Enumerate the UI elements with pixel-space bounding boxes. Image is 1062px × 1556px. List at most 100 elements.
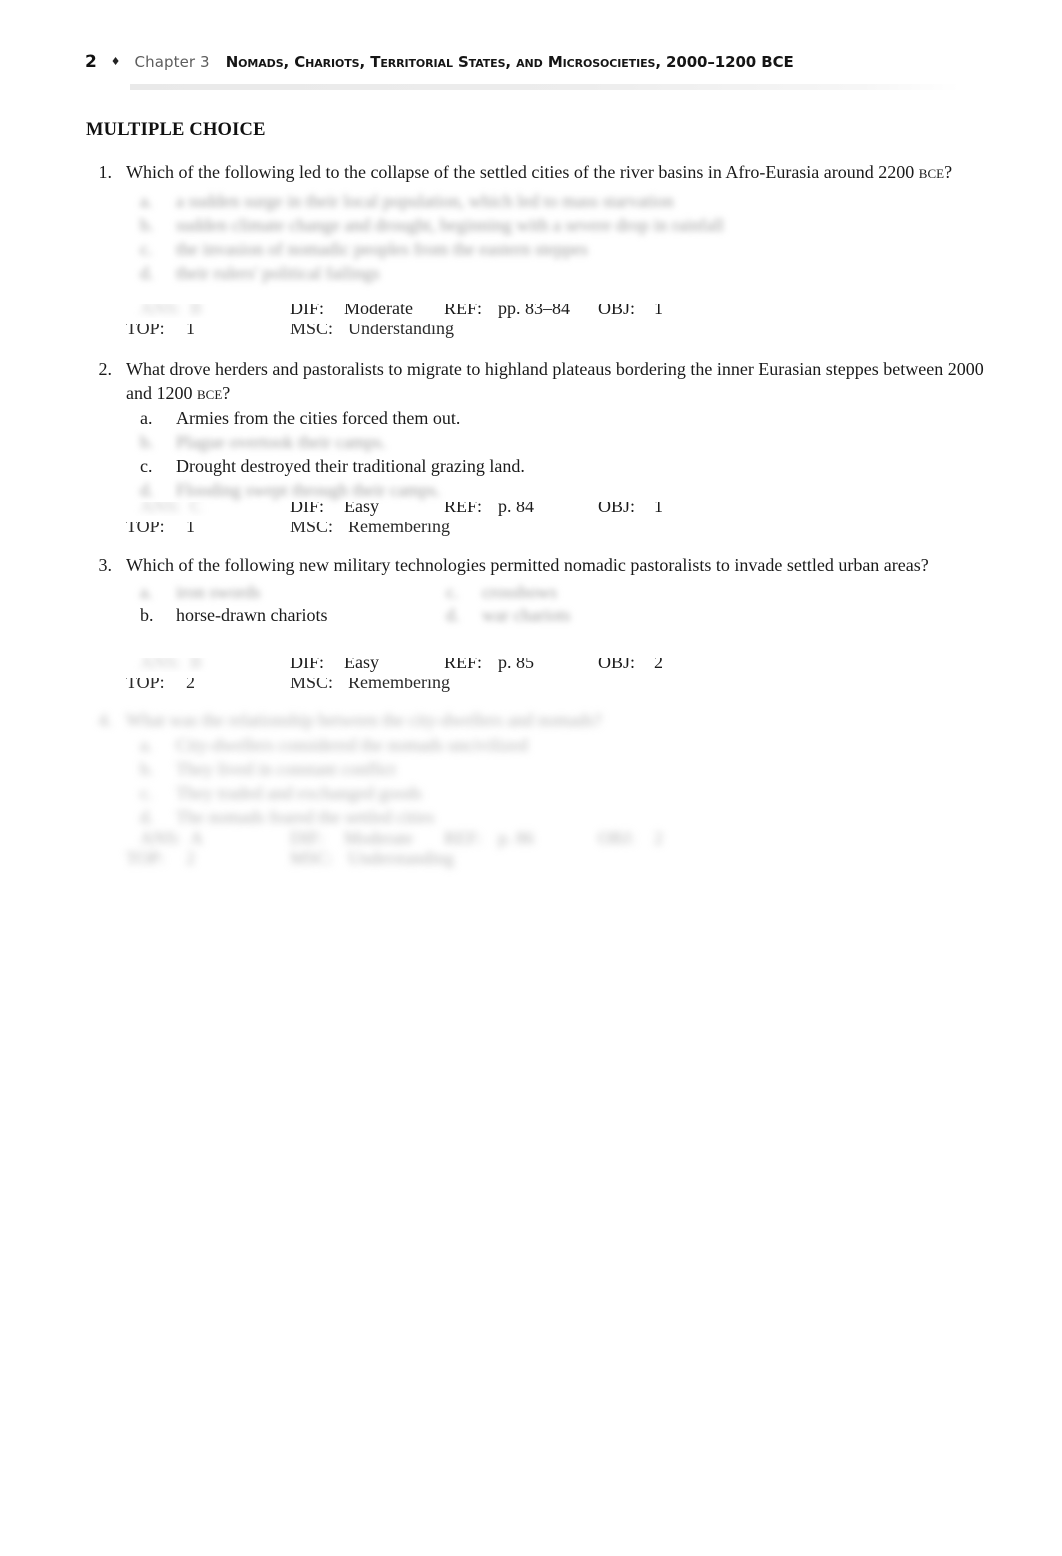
topic-value: 2 xyxy=(186,848,195,868)
reference-value: p. 85 xyxy=(498,652,534,672)
option-c: c. They traded and exchanged goods xyxy=(86,782,986,805)
question-3: 3. Which of the following new military t… xyxy=(86,554,986,627)
option-letter: a. xyxy=(140,408,153,428)
option-b: b. horse-drawn chariots xyxy=(86,604,446,627)
topic-label: TOP: xyxy=(126,848,165,868)
option-letter: c. xyxy=(140,238,153,259)
options-row-1: a. iron swords c. crossbows xyxy=(86,581,986,604)
difficulty-label: DIF: xyxy=(290,652,325,672)
msc-value: Remembering xyxy=(348,672,450,692)
option-text: They traded and exchanged goods xyxy=(176,782,422,803)
question-text: What drove herders and pastoralists to m… xyxy=(126,359,984,403)
reference-value: p. 84 xyxy=(498,496,534,516)
topic-label: TOP: xyxy=(126,318,165,338)
difficulty-value: Moderate xyxy=(344,298,413,318)
option-d: d. war chariots xyxy=(446,604,570,627)
option-letter: d. xyxy=(140,262,154,283)
option-c: c. Drought destroyed their traditional g… xyxy=(86,455,986,478)
option-text: City-dwellers considered the nomads unci… xyxy=(176,734,528,755)
question-text: Which of the following new military tech… xyxy=(126,555,929,575)
option-a: a. City-dwellers considered the nomads u… xyxy=(86,734,986,757)
option-c: c. the invasion of nomadic peoples from … xyxy=(86,238,986,261)
page-number: 2 xyxy=(85,52,97,72)
running-header: 2 ♦ Chapter 3 Nomads, Chariots, Territor… xyxy=(85,52,965,82)
difficulty-value: Moderate xyxy=(344,828,413,848)
question-4-metadata: ANS: A DIF: Moderate REF: p. 86 OBJ: 2 T… xyxy=(86,828,986,868)
question-stem-row: 1. Which of the following led to the col… xyxy=(86,161,986,185)
option-c: c. crossbows xyxy=(446,581,557,604)
option-letter: a. xyxy=(140,734,153,755)
question-text: What was the relationship between the ci… xyxy=(126,710,602,730)
option-a: a. Armies from the cities forced them ou… xyxy=(86,407,986,430)
msc-value: Understanding xyxy=(348,318,454,338)
difficulty-value: Easy xyxy=(344,652,379,672)
option-text: crossbows xyxy=(482,581,557,602)
question-stem-row: 2. What drove herders and pastoralists t… xyxy=(86,358,986,405)
diamond-separator-icon: ♦ xyxy=(110,55,121,68)
option-text: Armies from the cities forced them out. xyxy=(176,408,461,428)
objective-value: 2 xyxy=(654,652,663,672)
question-1: 1. Which of the following led to the col… xyxy=(86,161,986,285)
difficulty-label: DIF: xyxy=(290,298,325,318)
metadata-row-primary: ANS: C DIF: Easy REF: p. 84 OBJ: 1 xyxy=(86,496,986,516)
option-text: horse-drawn chariots xyxy=(176,604,328,625)
difficulty-label: DIF: xyxy=(290,496,325,516)
option-letter: b. xyxy=(140,604,154,625)
msc-label: MSC: xyxy=(290,318,334,338)
reference-label: REF: xyxy=(444,828,483,848)
section-heading: MULTIPLE CHOICE xyxy=(86,120,266,140)
metadata-row-primary: ANS: A DIF: Moderate REF: p. 86 OBJ: 2 xyxy=(86,828,986,848)
question-2-metadata: ANS: C DIF: Easy REF: p. 84 OBJ: 1 TOP: … xyxy=(86,496,986,536)
option-letter: a. xyxy=(140,581,153,602)
option-letter: d. xyxy=(446,604,460,625)
answer-label: ANS: C xyxy=(140,496,203,516)
question-number: 4. xyxy=(98,710,113,730)
metadata-row-secondary: TOP: 1 MSC: Remembering xyxy=(86,516,986,536)
option-text: their rulers' political failings xyxy=(176,262,380,283)
objective-label: OBJ: xyxy=(598,652,636,672)
option-text: iron swords xyxy=(176,581,261,602)
option-a: a. a sudden surge in their local populat… xyxy=(86,190,986,213)
objective-label: OBJ: xyxy=(598,298,636,318)
difficulty-label: DIF: xyxy=(290,828,325,848)
option-d: d. The nomads feared the settled cities xyxy=(86,806,986,829)
metadata-row-secondary: TOP: 1 MSC: Understanding xyxy=(86,318,986,338)
answer-label: ANS: A xyxy=(140,828,204,848)
option-letter: d. xyxy=(140,806,154,827)
question-4: 4. What was the relationship between the… xyxy=(86,709,986,829)
option-b: b. sudden climate change and drought, be… xyxy=(86,214,986,237)
msc-value: Remembering xyxy=(348,516,450,536)
topic-value: 1 xyxy=(186,318,195,338)
option-letter: b. xyxy=(140,432,154,452)
reference-value: p. 86 xyxy=(498,828,534,848)
question-number: 3. xyxy=(98,555,113,575)
objective-label: OBJ: xyxy=(598,496,636,516)
option-text: the invasion of nomadic peoples from the… xyxy=(176,238,588,259)
msc-label: MSC: xyxy=(290,848,334,868)
question-2: 2. What drove herders and pastoralists t… xyxy=(86,358,986,502)
option-d: d. their rulers' political failings xyxy=(86,262,986,285)
question-stem-row: 3. Which of the following new military t… xyxy=(86,554,986,578)
topic-value: 1 xyxy=(186,516,195,536)
answer-label: ANS: B xyxy=(140,652,203,672)
question-number: 2. xyxy=(98,359,113,379)
msc-value: Understanding xyxy=(348,848,454,868)
answer-label: ANS: B xyxy=(140,298,203,318)
topic-label: TOP: xyxy=(126,516,165,536)
option-text: They lived in constant conflict xyxy=(176,758,396,779)
objective-label: OBJ: xyxy=(598,828,636,848)
option-text: war chariots xyxy=(482,604,571,625)
question-3-metadata: ANS: B DIF: Easy REF: p. 85 OBJ: 2 TOP: … xyxy=(86,652,986,692)
objective-value: 1 xyxy=(654,298,663,318)
metadata-row-secondary: TOP: 2 MSC: Understanding xyxy=(86,848,986,868)
option-letter: a. xyxy=(140,190,153,211)
option-a: a. iron swords xyxy=(86,581,446,604)
document-page: 2 ♦ Chapter 3 Nomads, Chariots, Territor… xyxy=(0,0,1062,1556)
objective-value: 1 xyxy=(654,496,663,516)
difficulty-value: Easy xyxy=(344,496,379,516)
option-text: The nomads feared the settled cities xyxy=(176,806,435,827)
header-rule xyxy=(130,84,960,90)
reference-label: REF: xyxy=(444,298,483,318)
book-title: Nomads, Chariots, Territorial States, an… xyxy=(225,53,794,71)
metadata-row-primary: ANS: B DIF: Easy REF: p. 85 OBJ: 2 xyxy=(86,652,986,672)
